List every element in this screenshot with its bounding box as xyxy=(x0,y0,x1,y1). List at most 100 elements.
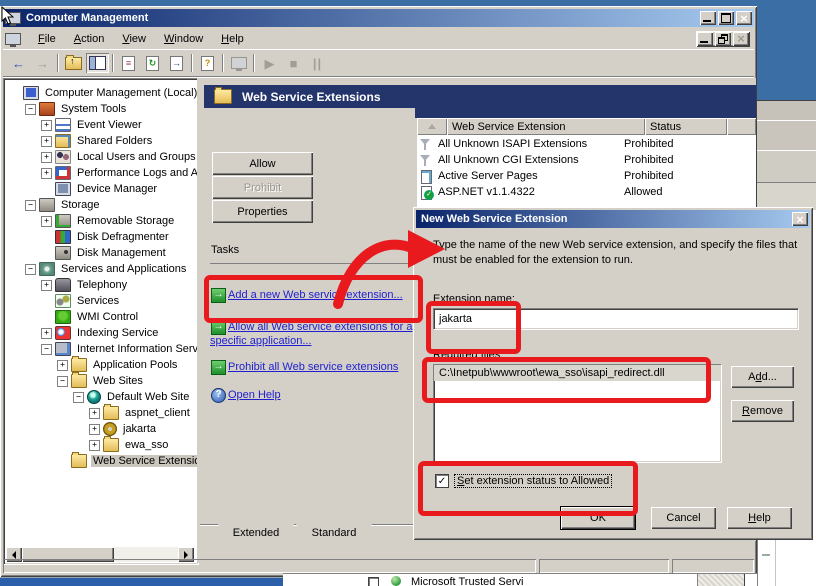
tree-expand-icon[interactable]: + xyxy=(41,152,52,163)
tree-expand-icon[interactable]: + xyxy=(89,424,100,435)
tree-item-services-and-applications[interactable]: − Services and Applications xyxy=(9,261,198,277)
tree-item-internet-information-service[interactable]: − Internet Information Service xyxy=(9,341,198,357)
tree-expand-icon[interactable]: + xyxy=(89,440,100,451)
background-bottom-row[interactable]: Microsoft Trusted Servi xyxy=(283,573,757,586)
add-button[interactable]: Add... xyxy=(731,366,794,388)
tree-item-label[interactable]: Event Viewer xyxy=(75,119,144,131)
required-files-listbox[interactable]: C:\Inetpub\wwwroot\ewa_sso\isapi_redirec… xyxy=(433,364,722,463)
allow-button[interactable]: Allow xyxy=(212,152,313,175)
column-header-status[interactable]: Status xyxy=(645,118,727,135)
close-button-icon[interactable]: × xyxy=(736,11,752,25)
tree-item-computer-management-local[interactable]: Computer Management (Local) xyxy=(9,85,198,101)
menu-help[interactable]: Help xyxy=(212,30,253,48)
tree-item-label[interactable]: ewa_sso xyxy=(123,439,170,451)
tree-item-label[interactable]: Web Sites xyxy=(91,375,145,387)
tree-item-label[interactable]: Default Web Site xyxy=(105,391,191,403)
tree-expand-icon[interactable]: + xyxy=(41,216,52,227)
task-link-prohibit-all-web-service-extensions[interactable]: →Prohibit all Web service extensions xyxy=(210,360,414,374)
mdi-close-button-icon[interactable]: × xyxy=(733,32,749,46)
tree-item-default-web-site[interactable]: − Default Web Site xyxy=(9,389,198,405)
ok-button[interactable]: OK xyxy=(561,507,635,529)
stop-icon[interactable]: ■ xyxy=(282,53,305,73)
mdi-restore-button-icon[interactable] xyxy=(715,32,731,46)
tree-item-label[interactable]: Services and Applications xyxy=(59,263,188,275)
tree-item-services[interactable]: Services xyxy=(9,293,198,309)
window-titlebar[interactable]: Computer Management × xyxy=(3,9,754,27)
tree-item-disk-management[interactable]: Disk Management xyxy=(9,245,198,261)
tree-item-label[interactable]: Performance Logs and Alerts xyxy=(75,167,199,179)
back-icon[interactable]: ← xyxy=(7,53,30,73)
tree-expand-icon[interactable]: + xyxy=(57,360,68,371)
allowed-checkbox-label[interactable]: Set extension status to Allowed xyxy=(455,475,611,487)
tree-expand-icon[interactable]: + xyxy=(41,328,52,339)
tab-standard[interactable]: Standard xyxy=(296,524,372,541)
extension-row-asp-net-v1-1-4322[interactable]: ASP.NET v1.1.4322 Allowed xyxy=(417,184,756,200)
tree-item-local-users-and-groups[interactable]: + Local Users and Groups xyxy=(9,149,198,165)
tree-item-label[interactable]: Device Manager xyxy=(75,183,159,195)
remove-button[interactable]: Remove xyxy=(731,400,794,422)
task-link-allow-all-web-service-extensions-for-a-s[interactable]: →Allow all Web service extensions for a … xyxy=(210,320,414,348)
tree-expand-icon[interactable]: + xyxy=(41,168,52,179)
tree-item-label[interactable]: Disk Management xyxy=(75,247,168,259)
refresh-icon[interactable]: ↻ xyxy=(141,53,164,73)
forward-icon[interactable]: → xyxy=(31,53,54,73)
tree-expand-icon[interactable]: − xyxy=(25,200,36,211)
tree-item-label[interactable]: System Tools xyxy=(59,103,128,115)
properties-button[interactable]: Properties xyxy=(212,200,313,223)
tree-expand-icon[interactable]: − xyxy=(25,264,36,275)
properties-icon[interactable]: ≡ xyxy=(117,53,140,73)
tree-item-label[interactable]: Web Service Extensions xyxy=(91,455,199,467)
extension-row-all-unknown-cgi-extensions[interactable]: All Unknown CGI Extensions Prohibited xyxy=(417,152,756,168)
tree-item-indexing-service[interactable]: + Indexing Service xyxy=(9,325,198,341)
up-one-level-icon[interactable]: ↑ xyxy=(62,53,85,73)
tree-expand-icon[interactable]: + xyxy=(41,280,52,291)
tree-item-label[interactable]: Removable Storage xyxy=(75,215,176,227)
extension-name-input[interactable]: jakarta xyxy=(433,308,799,330)
task-link-open-help[interactable]: ?Open Help xyxy=(210,388,414,402)
tree-item-jakarta[interactable]: + jakarta xyxy=(9,421,198,437)
tree-item-label[interactable]: Computer Management (Local) xyxy=(43,87,199,99)
tree-item-event-viewer[interactable]: + Event Viewer xyxy=(9,117,198,133)
tree-item-ewa-sso[interactable]: + ewa_sso xyxy=(9,437,198,453)
tree-item-label[interactable]: aspnet_client xyxy=(123,407,192,419)
tree-item-web-sites[interactable]: − Web Sites xyxy=(9,373,198,389)
allowed-checkbox[interactable]: ✓ xyxy=(435,474,449,488)
tree-expand-icon[interactable]: − xyxy=(73,392,84,403)
tree-item-aspnet-client[interactable]: + aspnet_client xyxy=(9,405,198,421)
tree-item-telephony[interactable]: + Telephony xyxy=(9,277,198,293)
task-link-add-a-new-web-service-extension[interactable]: →Add a new Web service extension... xyxy=(210,288,414,302)
tree-item-disk-defragmenter[interactable]: Disk Defragmenter xyxy=(9,229,198,245)
tree-item-label[interactable]: Internet Information Service xyxy=(75,343,199,355)
background-row-checkbox[interactable] xyxy=(368,577,379,586)
tree-item-label[interactable]: Local Users and Groups xyxy=(75,151,198,163)
tree-item-application-pools[interactable]: + Application Pools xyxy=(9,357,198,373)
cancel-button[interactable]: Cancel xyxy=(651,507,716,529)
tree-item-label[interactable]: Storage xyxy=(59,199,102,211)
show-hide-tree-icon[interactable] xyxy=(86,53,109,73)
tree-item-system-tools[interactable]: − System Tools xyxy=(9,101,198,117)
tree-item-label[interactable]: Telephony xyxy=(75,279,129,291)
prohibit-button[interactable]: Prohibit xyxy=(212,176,313,199)
dialog-titlebar[interactable]: New Web Service Extension × xyxy=(416,210,810,228)
column-header-extension[interactable]: Web Service Extension xyxy=(447,118,645,135)
play-icon[interactable]: ▶ xyxy=(258,53,281,73)
menu-window[interactable]: Window xyxy=(155,30,212,48)
tree-expand-icon[interactable]: − xyxy=(57,376,68,387)
tree-item-wmi-control[interactable]: WMI Control xyxy=(9,309,198,325)
tree-item-web-service-extensions[interactable]: Web Service Extensions xyxy=(9,453,198,469)
tree-item-label[interactable]: WMI Control xyxy=(75,311,140,323)
tree-item-label[interactable]: Disk Defragmenter xyxy=(75,231,171,243)
extension-row-all-unknown-isapi-extensions[interactable]: All Unknown ISAPI Extensions Prohibited xyxy=(417,136,756,152)
menu-view[interactable]: View xyxy=(113,30,155,48)
tree-expand-icon[interactable]: + xyxy=(89,408,100,419)
tree-item-label[interactable]: Indexing Service xyxy=(75,327,160,339)
mdi-window-icon[interactable] xyxy=(5,33,21,45)
pause-icon[interactable]: || xyxy=(306,53,329,73)
tab-extended[interactable]: Extended xyxy=(218,524,294,541)
tree-item-removable-storage[interactable]: + Removable Storage xyxy=(9,213,198,229)
tree-expand-icon[interactable]: + xyxy=(41,136,52,147)
minimize-button-icon[interactable] xyxy=(700,11,716,25)
tree-item-storage[interactable]: − Storage xyxy=(9,197,198,213)
tree-item-label[interactable]: Services xyxy=(75,295,121,307)
tree-item-label[interactable]: Application Pools xyxy=(91,359,179,371)
